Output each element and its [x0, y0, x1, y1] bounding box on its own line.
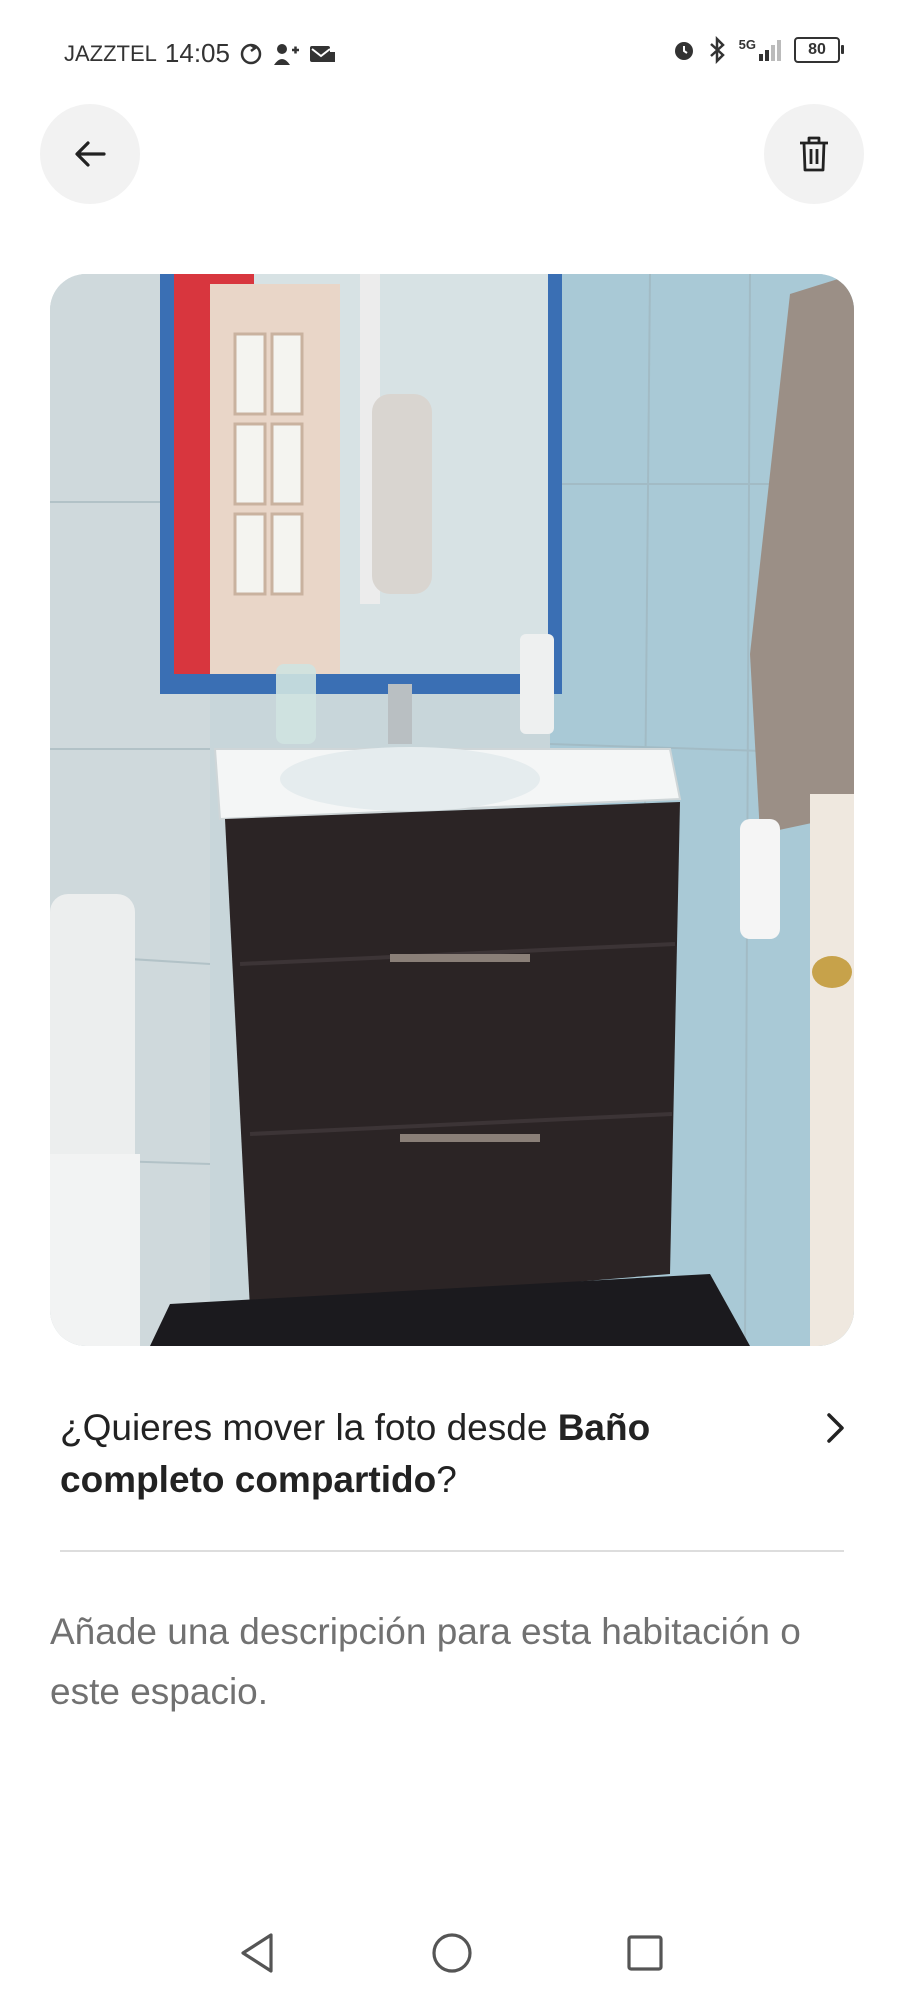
back-button[interactable] — [40, 104, 140, 204]
nav-home-button[interactable] — [427, 1928, 477, 1978]
move-photo-prompt: ¿Quieres mover la foto desde Baño comple… — [60, 1402, 760, 1506]
sync-icon — [240, 43, 262, 64]
nav-recents-button[interactable] — [620, 1928, 670, 1978]
battery-level: 80 — [808, 41, 826, 58]
bluetooth-icon — [709, 36, 725, 64]
status-left: JAZZTEL 14:05 — [64, 38, 336, 69]
clock: 14:05 — [164, 38, 230, 68]
alarm-icon — [674, 42, 693, 60]
carrier-label: JAZZTEL — [64, 40, 157, 66]
nav-back-button[interactable] — [232, 1928, 282, 1978]
network-type: 5G — [738, 37, 756, 52]
bathroom-vanity-photo[interactable] — [50, 274, 854, 1346]
signal-icon — [759, 40, 781, 61]
user-add-icon — [273, 43, 299, 65]
triangle-back-icon — [241, 1933, 273, 1973]
move-photo-row[interactable]: ¿Quieres mover la foto desde Baño comple… — [60, 1402, 860, 1506]
notification-icon — [309, 45, 335, 62]
circle-home-icon — [432, 1933, 472, 1973]
divider — [60, 1550, 844, 1552]
trash-icon — [800, 136, 828, 172]
arrow-left-icon — [75, 141, 106, 167]
move-photo-prefix: ¿Quieres mover la foto desde — [60, 1407, 558, 1448]
photo-illustration — [50, 274, 854, 1346]
battery-indicator: 80 — [794, 37, 844, 63]
status-right: 5G 80 — [671, 36, 844, 64]
network-indicator: 5G — [739, 38, 782, 62]
delete-button[interactable] — [764, 104, 864, 204]
system-nav-bar — [0, 1900, 904, 2000]
description-field[interactable]: Añade una descripción para esta habitaci… — [50, 1602, 830, 1722]
square-recents-icon — [627, 1935, 663, 1971]
chevron-right-icon — [827, 1413, 844, 1443]
status-bar: JAZZTEL 14:05 5G 80 — [0, 0, 904, 110]
move-photo-suffix: ? — [436, 1459, 457, 1500]
